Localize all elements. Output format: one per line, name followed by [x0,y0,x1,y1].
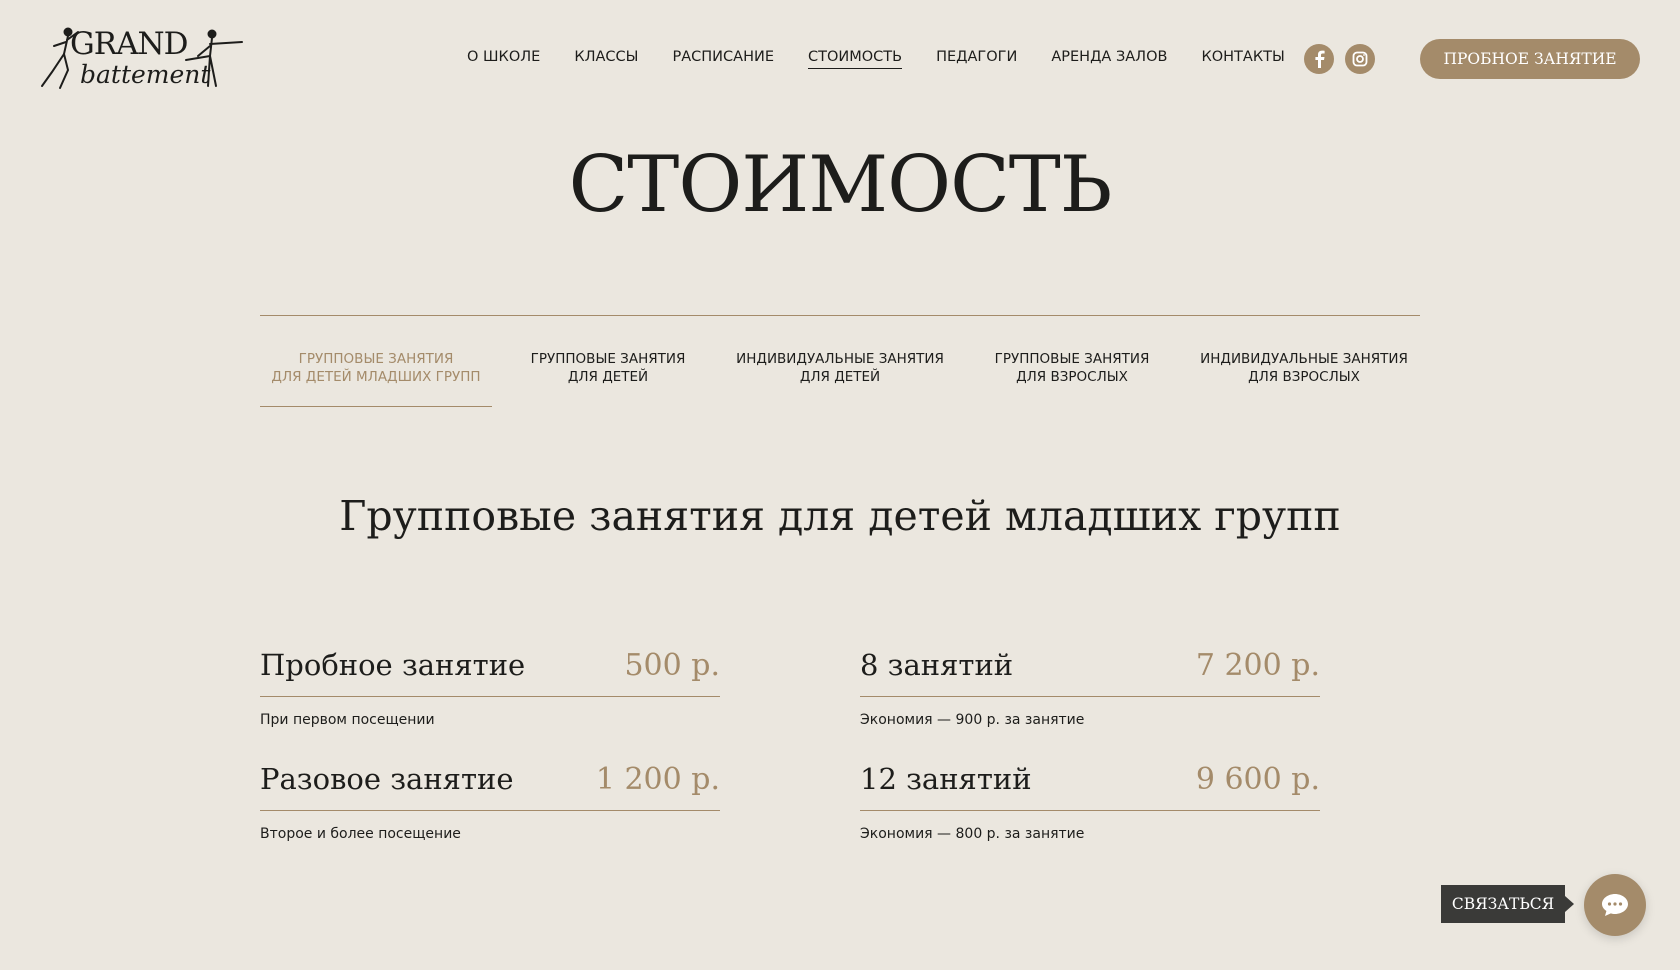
price-name: 12 занятий [860,762,1032,796]
price-note: При первом посещении [260,712,435,728]
nav-item-schedule[interactable]: РАСПИСАНИЕ [672,49,774,69]
price-value: 1 200 р. [595,762,720,797]
tab-individual-kids[interactable]: ИНДИВИДУАЛЬНЫЕ ЗАНЯТИЯ ДЛЯ ДЕТЕЙ [724,350,956,407]
price-header: 8 занятий 7 200 р. [860,648,1320,697]
price-header: Разовое занятие 1 200 р. [260,762,720,811]
logo[interactable]: GRAND battement [38,26,244,92]
price-item: 12 занятий 9 600 р. Экономия — 800 р. за… [860,762,1320,842]
facebook-icon [1315,50,1325,68]
price-header: Пробное занятие 500 р. [260,648,720,697]
tab-label-line2: ДЛЯ ВЗРОСЛЫХ [1248,369,1360,385]
tab-group-kids[interactable]: ГРУППОВЫЕ ЗАНЯТИЯ ДЛЯ ДЕТЕЙ [492,350,724,407]
price-item: Разовое занятие 1 200 р. Второе и более … [260,762,720,842]
instagram-icon [1352,51,1368,67]
logo-text-battement: battement [80,60,211,89]
contact-tag[interactable]: СВЯЗАТЬСЯ [1441,885,1574,923]
price-value: 9 600 р. [1195,762,1320,797]
nav-item-classes[interactable]: КЛАССЫ [574,49,638,69]
nav-item-hall-rent[interactable]: АРЕНДА ЗАЛОВ [1051,49,1167,69]
price-value: 7 200 р. [1195,648,1320,683]
tab-label-line2: ДЛЯ ВЗРОСЛЫХ [1016,369,1128,385]
page-title: СТОИМОСТЬ [568,140,1113,230]
tab-label-line2: ДЛЯ ДЕТЕЙ [567,369,649,385]
price-note: Экономия — 900 р. за занятие [860,712,1085,728]
chat-button[interactable] [1584,874,1646,936]
nav-item-about[interactable]: О ШКОЛЕ [467,49,540,69]
main-nav: О ШКОЛЕ КЛАССЫ РАСПИСАНИЕ СТОИМОСТЬ ПЕДА… [467,49,1319,69]
price-note: Второе и более посещение [260,826,461,842]
tab-label-line1: ИНДИВИДУАЛЬНЫЕ ЗАНЯТИЯ [1200,351,1408,367]
nav-item-teachers[interactable]: ПЕДАГОГИ [936,49,1017,69]
tab-label-line1: ГРУППОВЫЕ ЗАНЯТИЯ [298,351,454,367]
price-item: 8 занятий 7 200 р. Экономия — 900 р. за … [860,648,1320,728]
instagram-link[interactable] [1345,44,1375,74]
tab-group-adults[interactable]: ГРУППОВЫЕ ЗАНЯТИЯ ДЛЯ ВЗРОСЛЫХ [956,350,1188,407]
price-name: 8 занятий [860,648,1014,682]
tab-label-line1: ГРУППОВЫЕ ЗАНЯТИЯ [994,351,1150,367]
price-value: 500 р. [624,648,720,683]
tab-label-line1: ИНДИВИДУАЛЬНЫЕ ЗАНЯТИЯ [736,351,944,367]
price-header: 12 занятий 9 600 р. [860,762,1320,811]
chat-icon [1602,894,1628,916]
nav-item-prices[interactable]: СТОИМОСТЬ [807,49,903,69]
tab-label-line2: ДЛЯ ДЕТЕЙ [799,369,881,385]
tab-group-kids-junior[interactable]: ГРУППОВЫЕ ЗАНЯТИЯ ДЛЯ ДЕТЕЙ МЛАДШИХ ГРУП… [260,350,492,407]
tab-individual-adults[interactable]: ИНДИВИДУАЛЬНЫЕ ЗАНЯТИЯ ДЛЯ ВЗРОСЛЫХ [1188,350,1420,407]
price-name: Разовое занятие [260,762,514,796]
facebook-link[interactable] [1304,44,1334,74]
price-note: Экономия — 800 р. за занятие [860,826,1085,842]
site-header: GRAND battement О ШКОЛЕ КЛАССЫ РАСПИСАНИ… [0,0,1680,120]
price-tabs: ГРУППОВЫЕ ЗАНЯТИЯ ДЛЯ ДЕТЕЙ МЛАДШИХ ГРУП… [260,350,1420,408]
logo-text-grand: GRAND [70,26,188,62]
tab-label-line1: ГРУППОВЫЕ ЗАНЯТИЯ [530,351,686,367]
tabs-divider [260,315,1420,316]
tab-label-line2: ДЛЯ ДЕТЕЙ МЛАДШИХ ГРУПП [271,369,481,385]
trial-lesson-button[interactable]: ПРОБНОЕ ЗАНЯТИЕ [1420,39,1640,79]
section-title: Групповые занятия для детей младших груп… [339,492,1341,540]
nav-item-contacts[interactable]: КОНТАКТЫ [1201,49,1284,69]
price-name: Пробное занятие [260,648,526,682]
price-item: Пробное занятие 500 р. При первом посеще… [260,648,720,728]
